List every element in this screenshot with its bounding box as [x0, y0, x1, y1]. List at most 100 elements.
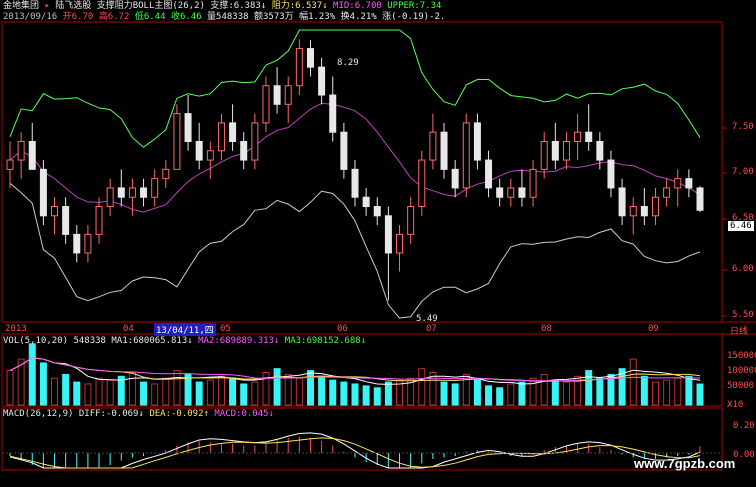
volume-bar — [318, 375, 326, 406]
vol-ma1: MA1:680065.813↓ — [111, 336, 193, 346]
candle-body — [440, 131, 448, 170]
xaxis-label-05: 05 — [220, 324, 231, 334]
volume-bar — [84, 383, 92, 406]
macd-diff: DIFF:-0.069↓ — [78, 409, 144, 419]
volume-bar — [151, 383, 159, 406]
volume-bar — [39, 362, 47, 406]
candle-body — [262, 85, 270, 124]
price-tick-750: 7.50 — [732, 122, 754, 132]
candle-body — [518, 187, 526, 198]
candle-body — [429, 131, 437, 161]
candle-body — [396, 233, 404, 254]
volume-bar — [62, 373, 70, 406]
volume-bar — [696, 383, 704, 406]
candle-body — [251, 122, 259, 161]
volume-bar — [596, 377, 604, 406]
candle-body — [229, 122, 237, 142]
high-price: 高6.72 — [98, 12, 130, 22]
candle-body — [451, 168, 459, 189]
xaxis-label-06: 06 — [337, 324, 348, 334]
tab-arrow-icon: ▸ — [44, 1, 50, 11]
candle-body — [418, 159, 426, 208]
macd-diff-line — [9, 432, 701, 469]
header-line-1: 金地集团 ▸ 陆飞选股 支撑阻力BOLL主图(26,2) 支撑:6.383↓ 阻… — [3, 1, 441, 12]
volume-bar — [95, 377, 103, 406]
candle-body — [351, 168, 359, 198]
candle-body — [496, 187, 504, 198]
candle-body — [6, 159, 14, 170]
candle-body — [117, 187, 125, 198]
vol-title[interactable]: VOL(5,10,20) — [3, 336, 68, 346]
candle-body — [329, 94, 337, 133]
vol-tick-100000: 100000 — [727, 366, 756, 376]
volume-bar — [206, 379, 214, 406]
volume-bar — [674, 377, 682, 406]
xaxis-label-09: 09 — [648, 324, 659, 334]
vol-unit: X10 — [727, 400, 744, 410]
volume-bar — [162, 377, 170, 406]
candle-body — [373, 206, 381, 217]
volume-bar — [529, 377, 537, 406]
candle-body — [674, 178, 682, 189]
macd-dea: DEA:-0.092↑ — [149, 409, 209, 419]
candle-body — [540, 140, 548, 170]
volume-bar — [685, 375, 693, 406]
low-price: 低6.44 — [134, 12, 166, 22]
candle-body — [473, 122, 481, 161]
volume-bar — [195, 381, 203, 406]
candle-body — [529, 168, 537, 198]
boll-upper-line — [9, 29, 701, 148]
candle-body — [596, 140, 604, 161]
open-price: 开6.70 — [62, 12, 94, 22]
candle-body — [84, 233, 92, 254]
xaxis-label-2013: 2013 — [5, 324, 27, 334]
volume-bar — [173, 370, 181, 406]
volume-bar — [229, 377, 237, 406]
candle-body — [195, 140, 203, 161]
close-price: 收6.46 — [170, 12, 202, 22]
candle-body — [562, 140, 570, 161]
xaxis-label-04: 04 — [123, 324, 134, 334]
macd-tick-000: 0.00 — [733, 450, 755, 460]
stock-name[interactable]: 金地集团 — [3, 1, 39, 11]
volume-bar — [585, 370, 593, 406]
volume-bar — [73, 381, 81, 406]
price-tick-600: 6.00 — [732, 264, 754, 274]
low-annotation: 5.49 — [416, 314, 438, 324]
main-indicator-label[interactable]: 支撑阻力BOLL主图(26,2) — [97, 1, 205, 11]
volume-bar — [440, 381, 448, 406]
volume-bar — [651, 381, 659, 406]
candle-body — [318, 66, 326, 96]
volume-bar — [140, 381, 148, 406]
boll-upper-value: UPPER:7.34 — [387, 1, 442, 11]
volume-bar — [295, 377, 303, 406]
macd-title[interactable]: MACD(26,12,9) — [3, 409, 73, 419]
volume-bar — [273, 368, 281, 406]
candle-body — [284, 85, 292, 105]
volume-bar — [306, 370, 314, 406]
candle-body — [62, 206, 70, 235]
candle-body — [73, 233, 81, 254]
candle-body — [551, 140, 559, 161]
volume-bar — [106, 379, 114, 406]
candle-body — [28, 140, 36, 170]
volume-bar — [473, 379, 481, 406]
macd-tick-020: 0.20 — [733, 421, 755, 431]
period-label[interactable]: 日线 — [730, 324, 748, 337]
current-price-marker: 6.46 — [728, 221, 754, 231]
candle-body — [95, 206, 103, 235]
volume-bar — [6, 370, 14, 406]
volume-bar — [284, 373, 292, 406]
volume-bar — [362, 385, 370, 406]
volume-bar — [640, 375, 648, 406]
candle-body — [362, 196, 370, 208]
volume-bar — [562, 381, 570, 406]
turnover-value: 换4.21% — [340, 12, 377, 22]
high-annotation: 8.29 — [337, 58, 359, 68]
support-value: 支撑:6.383↓ — [210, 1, 267, 11]
tab-selector[interactable]: 陆飞选股 — [55, 1, 91, 11]
candle-body — [384, 215, 392, 254]
volume-bars — [6, 343, 704, 406]
volume-bar — [629, 358, 637, 406]
candle-body — [184, 113, 192, 142]
